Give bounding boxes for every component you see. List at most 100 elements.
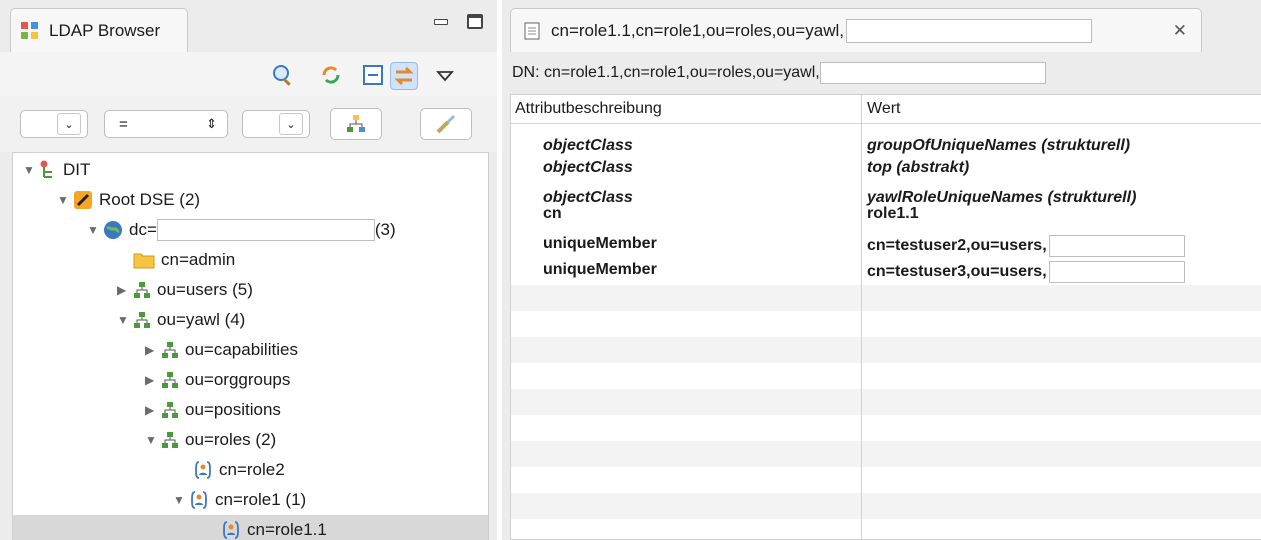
clear-filter-button[interactable] <box>420 108 472 140</box>
left-tab-bar: LDAP Browser <box>0 0 497 53</box>
apply-filter-button[interactable] <box>330 108 382 140</box>
role-icon <box>223 521 239 539</box>
expand-toggle[interactable]: ▶ <box>145 403 161 417</box>
expand-toggle[interactable]: ▼ <box>173 493 189 507</box>
minimize-icon[interactable] <box>433 14 449 30</box>
expand-toggle[interactable]: ▼ <box>87 223 103 237</box>
attribute-value: cn=testuser2,ou=users, <box>867 237 1047 255</box>
operator-select[interactable]: = ⇕ <box>104 110 228 138</box>
role-icon <box>195 461 211 479</box>
tab-label: LDAP Browser <box>49 21 161 40</box>
table-stripe <box>511 337 1261 363</box>
attribute-name: uniqueMember <box>543 235 657 252</box>
org-unit-icon <box>162 342 178 358</box>
globe-icon <box>104 221 122 239</box>
expand-toggle[interactable]: ▶ <box>145 373 161 387</box>
filter-bar: ⌄ = ⇕ ⌄ <box>0 96 497 152</box>
search-icon[interactable] <box>270 62 296 88</box>
table-header: Attributbeschreibung Wert <box>511 95 1261 124</box>
close-icon[interactable]: ✕ <box>1173 21 1187 41</box>
tree-node-label: ou=positions <box>185 400 281 419</box>
table-stripe <box>511 285 1261 311</box>
expand-toggle[interactable]: ▶ <box>117 283 133 297</box>
dn-label: DN: cn=role1.1,cn=role1,ou=roles,ou=yawl… <box>512 64 820 81</box>
expand-toggle[interactable]: ▼ <box>145 433 161 447</box>
table-row[interactable]: uniqueMember cn=testuser2,ou=users, <box>511 235 1261 257</box>
table-row[interactable]: cn role1.1 <box>511 205 1261 223</box>
tree-node-cn-role1-1[interactable]: cn=role1.1 <box>205 515 327 540</box>
tree-node-label: cn=admin <box>161 250 236 269</box>
tree-node-cn-role1[interactable]: ▼ cn=role1 (1) <box>173 485 306 515</box>
attribute-value-wrap: cn=testuser3,ou=users, <box>867 261 1185 283</box>
tree-node-label: ou=yawl (4) <box>157 310 246 329</box>
operator-value: = <box>119 115 128 133</box>
attribute-value: role1.1 <box>867 205 919 222</box>
org-unit-icon <box>134 282 150 298</box>
tree-node-ou-users[interactable]: ▶ ou=users (5) <box>117 275 253 305</box>
link-with-editor-icon[interactable] <box>390 62 418 90</box>
entry-editor: cn=role1.1,cn=role1,ou=roles,ou=yawl, ✕ … <box>502 0 1261 540</box>
tree-node-count: (3) <box>374 220 396 239</box>
tree-node-label: cn=role2 <box>219 460 285 479</box>
folder-icon <box>133 253 155 269</box>
attribute-value: cn=testuser3,ou=users, <box>867 263 1047 281</box>
attribute-value: groupOfUniqueNames (strukturell) <box>867 137 1131 154</box>
dit-icon <box>40 160 52 178</box>
clear-filter-icon <box>436 114 456 134</box>
attribute-value: top (abstrakt) <box>867 159 970 176</box>
value-select[interactable]: ⌄ <box>242 110 310 138</box>
table-row[interactable]: objectClass top (abstrakt) <box>511 159 1261 177</box>
redacted-field <box>819 62 1046 84</box>
org-unit-icon <box>134 312 150 328</box>
dn-bar: DN: cn=role1.1,cn=role1,ou=roles,ou=yawl… <box>502 52 1261 94</box>
attribute-name: uniqueMember <box>543 261 657 278</box>
tree-node-label: dc= <box>129 220 157 239</box>
tab-ldap-browser[interactable]: LDAP Browser <box>10 8 188 53</box>
expand-toggle[interactable]: ▼ <box>57 193 73 207</box>
tree-node-dit[interactable]: ▼ DIT <box>23 155 90 185</box>
tree-node-ou-positions[interactable]: ▶ ou=positions <box>145 395 281 425</box>
role-icon <box>191 491 207 509</box>
tree-node-ou-yawl[interactable]: ▼ ou=yawl (4) <box>117 305 245 335</box>
attribute-value-wrap: cn=testuser2,ou=users, <box>867 235 1185 257</box>
tree-node-cn-admin[interactable]: cn=admin <box>117 245 235 275</box>
collapse-all-icon[interactable] <box>360 62 386 88</box>
tree-node-ou-roles[interactable]: ▼ ou=roles (2) <box>145 425 276 455</box>
chevron-down-icon: ⌄ <box>279 113 303 135</box>
tree-node-dc[interactable]: ▼ dc= (3) <box>87 215 396 245</box>
tree-node-label: ou=capabilities <box>185 340 298 359</box>
ldap-browser-icon <box>21 22 38 39</box>
org-unit-icon <box>347 115 365 132</box>
table-row[interactable]: uniqueMember cn=testuser3,ou=users, <box>511 261 1261 283</box>
table-row[interactable]: objectClass groupOfUniqueNames (struktur… <box>511 137 1261 155</box>
attribute-name: objectClass <box>543 159 633 176</box>
tab-entry-editor[interactable]: cn=role1.1,cn=role1,ou=roles,ou=yawl, ✕ <box>510 8 1202 53</box>
expand-toggle[interactable]: ▼ <box>23 163 39 177</box>
tree-node-label: ou=orggroups <box>185 370 291 389</box>
tree-node-label: DIT <box>63 160 91 179</box>
tree-node-ou-orggroups[interactable]: ▶ ou=orggroups <box>145 365 290 395</box>
view-menu-icon[interactable] <box>432 62 458 88</box>
tree-node-cn-role2[interactable]: cn=role2 <box>177 455 285 485</box>
column-header-attribute[interactable]: Attributbeschreibung <box>515 100 662 118</box>
attribute-name: objectClass <box>543 137 633 154</box>
expand-toggle[interactable]: ▼ <box>117 313 133 327</box>
browser-toolbar <box>0 52 497 97</box>
root-dse-icon <box>74 191 92 209</box>
tree-node-ou-capabilities[interactable]: ▶ ou=capabilities <box>145 335 298 365</box>
table-stripe <box>511 389 1261 415</box>
attribute-select[interactable]: ⌄ <box>20 110 88 138</box>
table-stripe <box>511 493 1261 519</box>
maximize-icon[interactable] <box>467 14 483 29</box>
attribute-table[interactable]: Attributbeschreibung Wert objectClass gr… <box>510 94 1261 540</box>
stepper-icon: ⇕ <box>206 116 217 131</box>
column-header-value[interactable]: Wert <box>867 100 900 118</box>
editor-tab-bar: cn=role1.1,cn=role1,ou=roles,ou=yawl, ✕ <box>502 0 1261 53</box>
tree-node-label: Root DSE (2) <box>99 190 201 209</box>
tree-node-root-dse[interactable]: ▼ Root DSE (2) <box>57 185 200 215</box>
refresh-icon[interactable] <box>318 62 344 88</box>
ldap-browser-view: LDAP Browser ⌄ = ⇕ ⌄ ▼ DIT ▼ Root DSE (2… <box>0 0 497 540</box>
expand-toggle[interactable]: ▶ <box>145 343 161 357</box>
tree-node-label: cn=role1.1 <box>247 520 327 539</box>
ldap-tree[interactable]: ▼ DIT ▼ Root DSE (2) ▼ dc= (3) cn=admin … <box>12 152 489 540</box>
